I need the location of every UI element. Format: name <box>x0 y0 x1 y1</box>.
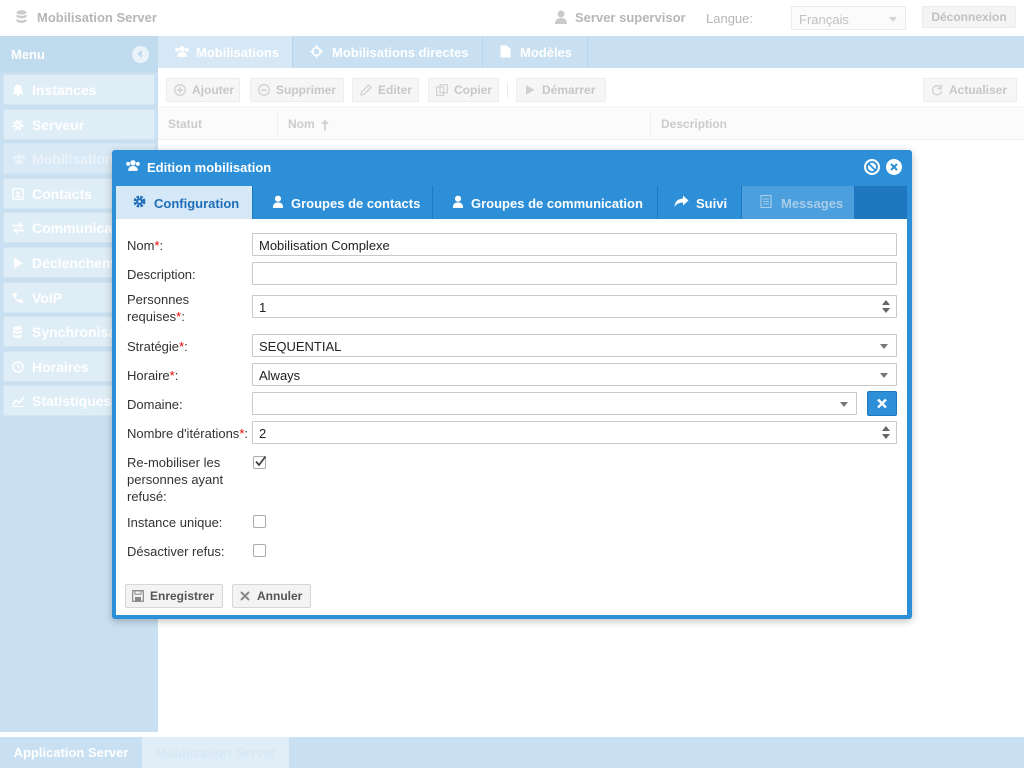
chevron-down-icon <box>880 373 888 378</box>
dialog-tabs: Configuration Groupes de contacts Groupe… <box>116 186 907 219</box>
spinner-arrows-icon[interactable] <box>882 426 890 439</box>
spinner-arrows-icon[interactable] <box>882 300 890 313</box>
document-icon <box>760 195 772 208</box>
close-icon <box>890 163 898 171</box>
persons-value: 1 <box>259 300 267 315</box>
chevron-down-icon <box>840 402 848 407</box>
tab-label: Messages <box>781 196 844 211</box>
tab-label: Suivi <box>696 196 728 211</box>
disable-refusal-label: Désactiver refus: <box>127 544 225 559</box>
checkmark-icon <box>255 455 267 467</box>
floppy-disk-icon <box>132 590 144 602</box>
persons-label: Personnes requises*: <box>127 292 190 324</box>
remobilise-checkbox[interactable] <box>253 455 267 469</box>
edit-mobilisation-dialog: Edition mobilisation Configuration Group… <box>112 150 912 619</box>
close-icon <box>877 398 887 409</box>
dialog-title-text: Edition mobilisation <box>147 160 272 175</box>
save-label: Enregistrer <box>150 589 215 603</box>
iterations-stepper[interactable]: 2 <box>252 421 897 444</box>
domain-label: Domaine: <box>127 397 183 412</box>
remobilise-label: Re-mobiliser les personnes ayant refusé: <box>127 455 224 504</box>
tab-label: Groupes de contacts <box>291 196 421 211</box>
maximize-icon <box>866 161 878 173</box>
chevron-down-icon <box>880 344 888 349</box>
description-field[interactable] <box>252 262 897 285</box>
tab-groupes-contacts[interactable]: Groupes de contacts <box>253 186 433 219</box>
close-button[interactable] <box>886 159 902 175</box>
maximize-button[interactable] <box>864 159 880 175</box>
tab-suivi[interactable]: Suivi <box>658 186 742 219</box>
tab-label: Groupes de communication <box>471 196 643 211</box>
save-button[interactable]: Enregistrer <box>125 584 223 608</box>
unique-label: Instance unique: <box>127 515 223 530</box>
configuration-form: Nom*: Mobilisation Complexe Description:… <box>116 219 907 615</box>
schedule-select[interactable]: Always <box>252 363 897 386</box>
clear-domain-button[interactable] <box>867 391 897 416</box>
close-icon <box>239 590 251 602</box>
tab-messages[interactable]: Messages <box>742 186 855 219</box>
users-icon <box>125 159 141 172</box>
share-icon <box>674 195 689 208</box>
description-label: Description: <box>127 267 196 282</box>
name-label: Nom*: <box>127 238 164 253</box>
cancel-label: Annuler <box>257 589 303 603</box>
strategy-value: SEQUENTIAL <box>259 339 342 354</box>
name-field[interactable]: Mobilisation Complexe <box>252 233 897 256</box>
domain-select[interactable] <box>252 392 857 415</box>
schedule-label: Horaire*: <box>127 368 179 383</box>
user-icon <box>452 195 464 208</box>
user-icon <box>272 195 284 208</box>
disable-refusal-checkbox[interactable] <box>253 544 266 557</box>
tab-configuration[interactable]: Configuration <box>116 186 253 219</box>
cancel-button[interactable]: Annuler <box>232 584 311 608</box>
gear-icon <box>133 195 146 208</box>
strategy-label: Stratégie*: <box>127 339 188 354</box>
tab-label: Configuration <box>154 196 240 211</box>
schedule-value: Always <box>259 368 301 383</box>
persons-stepper[interactable]: 1 <box>252 295 897 318</box>
iterations-label: Nombre d'itérations*: <box>127 426 248 441</box>
iterations-value: 2 <box>259 426 267 441</box>
strategy-select[interactable]: SEQUENTIAL <box>252 334 897 357</box>
unique-checkbox[interactable] <box>253 515 266 528</box>
tab-groupes-communication[interactable]: Groupes de communication <box>433 186 658 219</box>
